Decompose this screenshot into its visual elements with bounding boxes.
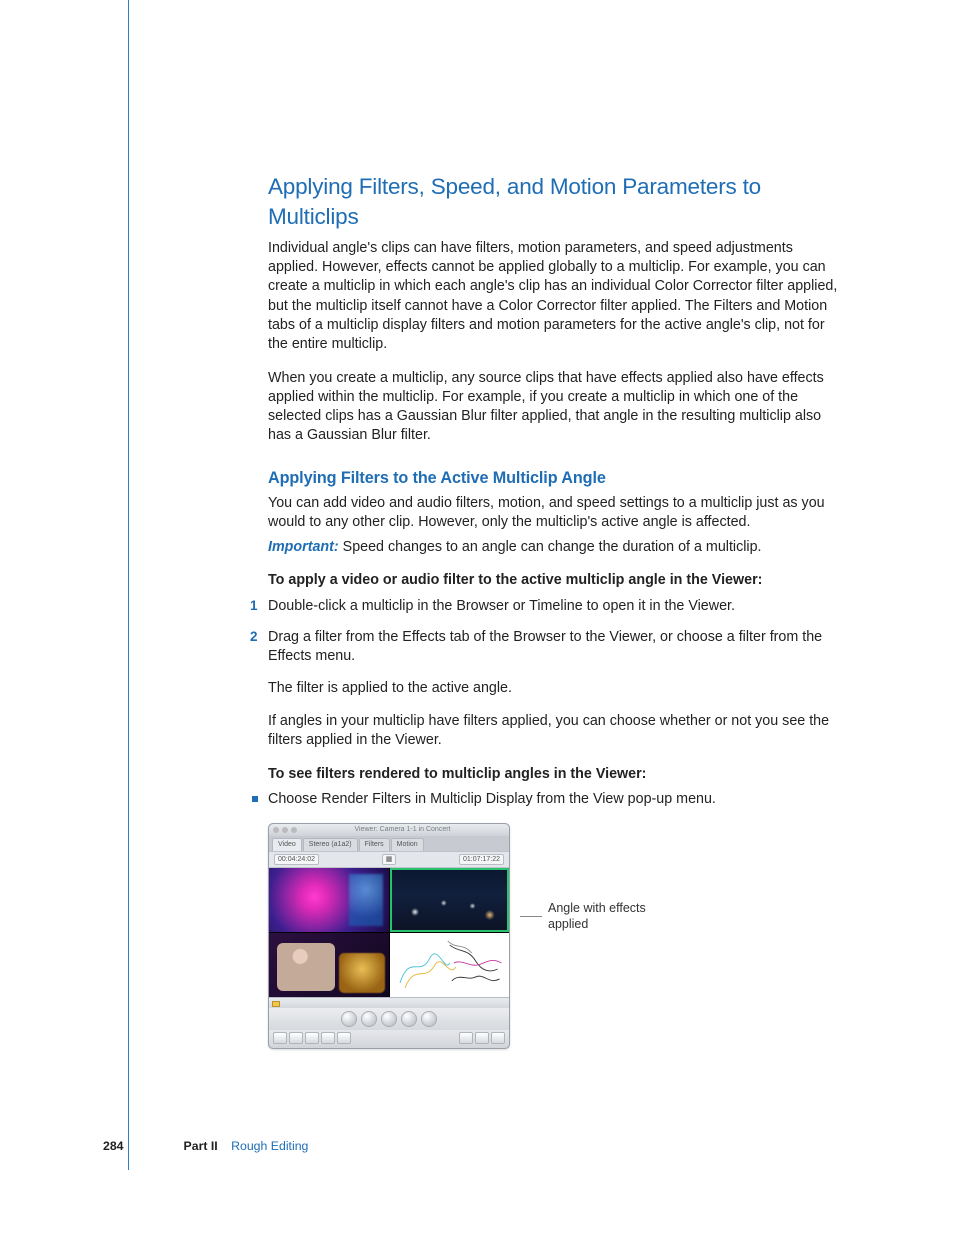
heading-main: Applying Filters, Speed, and Motion Para… <box>268 172 844 233</box>
callout-line-2: applied <box>548 917 588 931</box>
angle-2-active <box>390 868 510 932</box>
viewer-layout-icon: ▦ <box>382 854 397 865</box>
important-label: Important: <box>268 539 343 555</box>
intro-paragraph-2: When you create a multiclip, any source … <box>268 369 844 446</box>
step-number: 1 <box>250 597 258 615</box>
viewer-scrubber <box>269 997 509 1008</box>
important-note: Important: Speed changes to an angle can… <box>268 538 844 557</box>
page-footer: 284 Part II Rough Editing <box>103 1138 844 1155</box>
window-zoom-icon <box>291 827 297 833</box>
callout-line-1: Angle with effects <box>548 901 646 915</box>
task-2-title: To see filters rendered to multiclip ang… <box>268 765 844 784</box>
page-content: Applying Filters, Speed, and Motion Para… <box>0 0 954 1235</box>
viewer-title: Viewer: Camera 1-1 in Concert <box>300 825 505 834</box>
prev-edit-icon <box>341 1011 357 1027</box>
tab-video: Video <box>272 838 302 850</box>
insert-icon <box>459 1032 473 1044</box>
important-text: Speed changes to an angle can change the… <box>343 539 762 555</box>
footer-meta: Part II Rough Editing <box>184 1138 309 1155</box>
viewer-transport-controls <box>269 1008 509 1030</box>
followup-paragraph: If angles in your multiclip have filters… <box>268 712 844 751</box>
step-number: 2 <box>250 628 258 646</box>
stop-icon <box>381 1011 397 1027</box>
page-number: 284 <box>103 1138 124 1155</box>
window-close-icon <box>273 827 279 833</box>
bullet-item: Choose Render Filters in Multiclip Displ… <box>268 790 844 809</box>
play-reverse-icon <box>361 1011 377 1027</box>
play-icon <box>401 1011 417 1027</box>
intro-paragraph-1: Individual angle's clips can have filter… <box>268 239 844 355</box>
step-text: Drag a filter from the Effects tab of th… <box>268 629 822 664</box>
overwrite-icon <box>475 1032 489 1044</box>
step-1: 1 Double-click a multiclip in the Browse… <box>268 597 844 616</box>
mark-in-icon <box>273 1032 287 1044</box>
viewer-titlebar: Viewer: Camera 1-1 in Concert <box>269 824 509 836</box>
viewer-tabs: Video Stereo (a1a2) Filters Motion <box>269 836 509 850</box>
mark-out-icon <box>289 1032 303 1044</box>
marker-icon <box>305 1032 319 1044</box>
angle-4-effects <box>390 933 510 997</box>
viewer-window: Viewer: Camera 1-1 in Concert Video Ster… <box>268 823 510 1049</box>
angle-1 <box>269 868 389 932</box>
viewer-timecode-bar: 00:04:24:02 ▦ 01:07:17:22 <box>269 851 509 868</box>
keyframe-icon <box>321 1032 335 1044</box>
task-2-bullet-list: Choose Render Filters in Multiclip Displ… <box>268 790 844 809</box>
tab-filters: Filters <box>359 838 390 850</box>
part-label: Part II <box>184 1139 218 1153</box>
edge-detect-icon <box>390 933 510 997</box>
step-2: 2 Drag a filter from the Effects tab of … <box>268 628 844 667</box>
task-1-title: To apply a video or audio filter to the … <box>268 571 844 590</box>
section-label: Rough Editing <box>231 1139 308 1153</box>
heading-sub-1: Applying Filters to the Active Multiclip… <box>268 468 844 490</box>
replace-icon <box>491 1032 505 1044</box>
angle-3 <box>269 933 389 997</box>
viewer-figure: Viewer: Camera 1-1 in Concert Video Ster… <box>268 823 844 1049</box>
step-result: The filter is applied to the active angl… <box>268 679 844 698</box>
figure-callout: Angle with effects applied <box>520 901 646 932</box>
multiclip-grid <box>269 868 509 997</box>
timecode-left: 00:04:24:02 <box>274 854 319 865</box>
callout-leader-line <box>520 916 542 917</box>
match-frame-icon <box>337 1032 351 1044</box>
tab-stereo: Stereo (a1a2) <box>303 838 358 850</box>
step-text: Double-click a multiclip in the Browser … <box>268 598 735 614</box>
window-minimize-icon <box>282 827 288 833</box>
next-edit-icon <box>421 1011 437 1027</box>
sub-paragraph-1: You can add video and audio filters, mot… <box>268 494 844 533</box>
viewer-bottom-row <box>269 1030 509 1048</box>
timecode-right: 01:07:17:22 <box>459 854 504 865</box>
callout-text: Angle with effects applied <box>548 901 646 932</box>
task-1-steps: 1 Double-click a multiclip in the Browse… <box>268 597 844 667</box>
tab-motion: Motion <box>391 838 424 850</box>
